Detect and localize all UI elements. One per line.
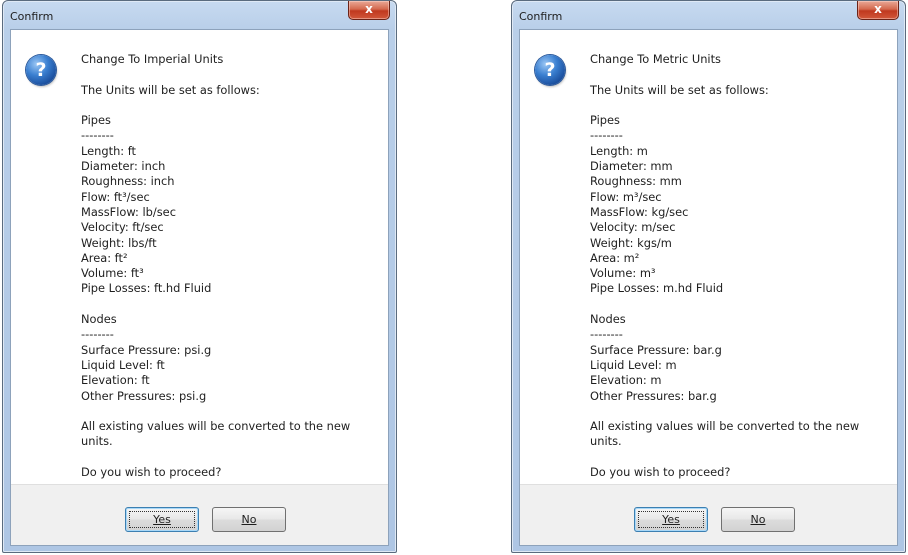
metric-confirm-dialog: Confirm x ? Change To Metric Units The U…: [511, 0, 906, 553]
nodes-unit-line: Other Pressures: bar.g: [590, 388, 717, 403]
pipes-unit-line: Roughness: inch: [81, 174, 175, 189]
pipes-header: Pipes: [590, 113, 620, 128]
pipes-unit-line: Weight: kgs/m: [590, 235, 672, 250]
pipes-unit-line: Flow: ft³/sec: [81, 189, 150, 204]
message-intro: The Units will be set as follows:: [590, 82, 769, 97]
pipes-unit-line: Pipe Losses: ft.hd Fluid: [81, 281, 212, 296]
nodes-unit-line: Other Pressures: psi.g: [81, 388, 207, 403]
pipes-unit-line: Area: ft²: [81, 250, 128, 265]
nodes-separator: --------: [590, 327, 623, 342]
dialog-body: ? Change To Imperial Units The Units wil…: [10, 29, 389, 546]
nodes-unit-line: Liquid Level: ft: [81, 357, 165, 372]
title-bar[interactable]: Confirm x: [3, 1, 396, 29]
close-button[interactable]: x: [348, 1, 390, 20]
pipes-header: Pipes: [81, 113, 111, 128]
pipes-unit-line: Diameter: inch: [81, 159, 166, 174]
question-glyph: ?: [544, 59, 556, 81]
button-area: [520, 484, 897, 545]
no-button-label: No: [241, 512, 257, 526]
proceed-prompt: Do you wish to proceed?: [590, 465, 731, 480]
no-button-label: No: [750, 512, 766, 526]
no-button[interactable]: No: [212, 507, 286, 532]
nodes-header: Nodes: [81, 312, 117, 327]
question-glyph: ?: [35, 59, 47, 81]
nodes-unit-line: Liquid Level: m: [590, 357, 677, 372]
pipes-unit-line: Velocity: ft/sec: [81, 220, 164, 235]
message-text: Change To Metric Units The Units will be…: [590, 52, 890, 480]
button-area: [11, 484, 388, 545]
nodes-unit-line: Elevation: ft: [81, 373, 150, 388]
message-heading: Change To Imperial Units: [81, 52, 224, 66]
yes-button-label: Yes: [153, 512, 171, 526]
conversion-note: All existing values will be converted to…: [590, 419, 860, 449]
question-icon: ?: [535, 55, 565, 85]
pipes-unit-line: Length: m: [590, 143, 648, 158]
pipes-unit-line: Diameter: mm: [590, 159, 673, 174]
yes-button[interactable]: Yes: [634, 507, 708, 532]
pipes-unit-line: Flow: m³/sec: [590, 189, 662, 204]
pipes-unit-line: Pipe Losses: m.hd Fluid: [590, 281, 724, 296]
pipes-unit-line: MassFlow: lb/sec: [81, 204, 176, 219]
close-button[interactable]: x: [857, 1, 899, 20]
message-text: Change To Imperial Units The Units will …: [81, 52, 381, 480]
pipes-unit-line: MassFlow: kg/sec: [590, 204, 689, 219]
pipes-unit-line: Volume: m³: [590, 266, 656, 281]
message-heading: Change To Metric Units: [590, 52, 721, 66]
nodes-unit-line: Elevation: m: [590, 373, 662, 388]
yes-button[interactable]: Yes: [125, 507, 199, 532]
question-icon: ?: [26, 55, 56, 85]
pipes-unit-line: Velocity: m/sec: [590, 220, 676, 235]
pipes-unit-line: Weight: lbs/ft: [81, 235, 157, 250]
nodes-unit-line: Surface Pressure: psi.g: [81, 342, 212, 357]
proceed-prompt: Do you wish to proceed?: [81, 465, 222, 480]
nodes-unit-line: Surface Pressure: bar.g: [590, 342, 722, 357]
pipes-unit-line: Length: ft: [81, 143, 137, 158]
pipes-unit-line: Area: m²: [590, 250, 640, 265]
nodes-separator: --------: [81, 327, 114, 342]
nodes-header: Nodes: [590, 312, 626, 327]
dialog-title: Confirm: [10, 10, 54, 23]
close-icon: x: [874, 2, 882, 16]
no-button[interactable]: No: [721, 507, 795, 532]
dialog-title: Confirm: [519, 10, 563, 23]
yes-button-label: Yes: [662, 512, 680, 526]
close-icon: x: [365, 2, 373, 16]
pipes-unit-line: Volume: ft³: [81, 266, 144, 281]
title-bar[interactable]: Confirm x: [512, 1, 905, 29]
pipes-separator: --------: [81, 128, 114, 143]
imperial-confirm-dialog: Confirm x ? Change To Imperial Units The…: [2, 0, 397, 553]
conversion-note: All existing values will be converted to…: [81, 419, 351, 449]
dialog-body: ? Change To Metric Units The Units will …: [519, 29, 898, 546]
pipes-unit-line: Roughness: mm: [590, 174, 682, 189]
message-intro: The Units will be set as follows:: [81, 82, 260, 97]
pipes-separator: --------: [590, 128, 623, 143]
